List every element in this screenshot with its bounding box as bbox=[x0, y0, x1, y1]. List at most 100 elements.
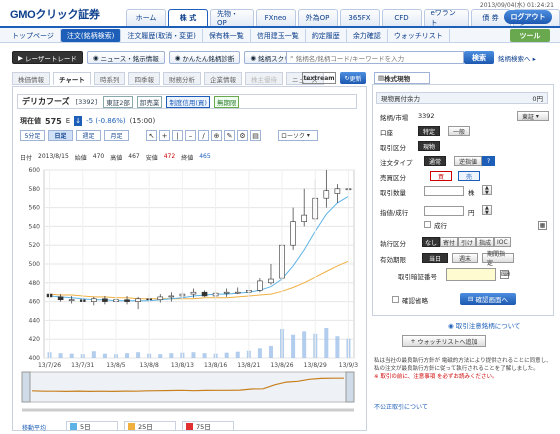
market-badge: 東証2部 bbox=[103, 95, 133, 108]
subnav-capacity[interactable]: 余力確認 bbox=[347, 29, 388, 42]
subnav-margin-positions[interactable]: 信用建玉一覧 bbox=[251, 29, 306, 42]
trade-cash[interactable]: 現物 bbox=[418, 141, 441, 151]
tab-chart[interactable]: チャート bbox=[53, 72, 91, 85]
subnav-executions[interactable]: 約定履歴 bbox=[306, 29, 347, 42]
subnav-order-search[interactable]: 注文(銘柄検索) bbox=[60, 29, 122, 42]
trend-line-icon[interactable]: / bbox=[198, 130, 209, 141]
laser-trade-button[interactable]: ▶ レーザートレード bbox=[12, 51, 83, 64]
caution-link[interactable]: ◉ 取引注意銘柄について bbox=[448, 320, 521, 330]
y-tick-label: 600 bbox=[29, 167, 41, 174]
volume-bar bbox=[102, 353, 107, 358]
stock-cash-tab[interactable]: ▤ 株式現物 bbox=[374, 72, 430, 84]
exec-none[interactable]: なし bbox=[422, 237, 441, 247]
price-stepper[interactable]: ▲ ▼ bbox=[482, 205, 492, 216]
chart-type-select[interactable]: ローソク ▾ bbox=[278, 130, 318, 141]
settings-icon[interactable]: ⚙ bbox=[237, 130, 248, 141]
exec-open[interactable]: 寄付 bbox=[440, 237, 459, 247]
tab-ewarrant[interactable]: eワラント bbox=[423, 9, 469, 27]
qty-input[interactable] bbox=[424, 186, 464, 196]
x-tick-label: 13/8/21 bbox=[237, 362, 260, 369]
low-label: 安値 bbox=[145, 155, 158, 162]
ma25-legend[interactable]: 25日 bbox=[124, 421, 176, 431]
subnav-watchlist[interactable]: ウォッチリスト bbox=[388, 29, 450, 42]
price-chart[interactable]: 400 420 440 460 480 500 520 540 560 580 600 13/7/26… bbox=[16, 162, 364, 432]
ma5-legend[interactable]: 5日 bbox=[66, 421, 118, 431]
volume-bar bbox=[136, 352, 141, 358]
subnav-holdings[interactable]: 保有株一覧 bbox=[203, 29, 251, 42]
tab-cfd[interactable]: CFD bbox=[381, 9, 422, 26]
watchlist-label: ウォッチリストへ追加 bbox=[417, 338, 478, 346]
candle-body bbox=[157, 296, 164, 301]
tab-fxop[interactable]: 外為OP bbox=[297, 9, 338, 26]
tab-futures[interactable]: 先物・OP bbox=[210, 9, 254, 27]
stock-cash-label: 株式現物 bbox=[384, 75, 411, 83]
keyboard-icon[interactable]: ⌨ bbox=[500, 270, 510, 279]
horizontal-line-icon[interactable]: – bbox=[185, 130, 196, 141]
unfair-trading-link[interactable]: 不公正取引について bbox=[374, 402, 428, 411]
subnav-top[interactable]: トップページ bbox=[6, 29, 61, 42]
tab-price-info[interactable]: 株価情報 bbox=[12, 72, 50, 85]
price-input[interactable] bbox=[424, 206, 464, 216]
account-specific[interactable]: 特定 bbox=[418, 126, 441, 136]
period-monthly[interactable]: 月足 bbox=[104, 130, 129, 141]
tab-fxneo[interactable]: FXneo bbox=[255, 9, 296, 26]
help-icon[interactable]: ? bbox=[482, 156, 496, 166]
tab-stocks[interactable]: 株 式 bbox=[168, 9, 208, 26]
order-type-normal[interactable]: 通常 bbox=[424, 156, 447, 166]
refresh-button[interactable]: ↻ 更新 bbox=[340, 72, 366, 84]
market-order-checkbox[interactable] bbox=[424, 221, 431, 228]
candle-body bbox=[301, 214, 307, 222]
tab-company[interactable]: 企業情報 bbox=[203, 72, 242, 85]
period-today[interactable]: 当日 bbox=[422, 253, 448, 263]
logout-button[interactable]: ログアウト bbox=[504, 10, 552, 24]
tab-financials[interactable]: 財務分析 bbox=[162, 72, 201, 85]
tab-365fx[interactable]: 365FX bbox=[339, 9, 380, 26]
candle-body bbox=[168, 295, 175, 298]
add-watchlist-button[interactable]: + ウォッチリストへ追加 bbox=[402, 335, 486, 347]
pointer-icon[interactable]: ↖ bbox=[146, 130, 157, 141]
zoom-icon[interactable]: ⊕ bbox=[211, 130, 222, 141]
period-custom[interactable]: 期間指定 bbox=[482, 251, 514, 267]
exec-ioc[interactable]: IOC bbox=[494, 237, 511, 247]
account-general[interactable]: 一般 bbox=[448, 126, 471, 136]
vertical-line-icon[interactable]: | bbox=[172, 130, 183, 141]
crosshair-icon[interactable]: + bbox=[159, 130, 170, 141]
date-label: 日付 bbox=[20, 155, 33, 162]
exec-limit-market[interactable]: 指成 bbox=[476, 237, 495, 247]
print-icon[interactable]: ▤ bbox=[250, 130, 261, 141]
diagnosis-label: かんたん銘柄診断 bbox=[182, 54, 235, 63]
textream-button[interactable]: textream bbox=[302, 72, 336, 84]
market-select[interactable]: 東証 ▾ bbox=[517, 111, 549, 121]
ma75-legend[interactable]: 75日 bbox=[182, 421, 234, 431]
tool-button[interactable]: ツール bbox=[510, 29, 550, 42]
period-weekly[interactable]: 週足 bbox=[76, 130, 101, 141]
pin-input[interactable] bbox=[446, 268, 496, 281]
news-button[interactable]: ◉ ニュース・銘示情報 bbox=[86, 51, 165, 64]
stock-header: デリカフーズ [3392] 東証2部 卸売業 制度信用(買) 無期限 bbox=[17, 94, 357, 109]
side-buy[interactable]: 買 bbox=[430, 171, 452, 181]
news-label: ニュース・銘示情報 bbox=[100, 54, 159, 63]
search-button[interactable]: 検索 bbox=[464, 51, 494, 64]
x-tick-label: 13/8/26 bbox=[270, 362, 293, 369]
diagnosis-button[interactable]: ◉ かんたん銘柄診断 bbox=[168, 51, 241, 64]
search-menu-link[interactable]: 銘柄検索へ ▸ bbox=[498, 51, 554, 64]
subnav-order-history[interactable]: 注文履歴(取消・変更) bbox=[121, 29, 203, 42]
search-input[interactable]: ⌕ 銘柄名/銘柄コード/キーワードを入力 bbox=[286, 51, 464, 64]
order-type-stop[interactable]: 逆指値 bbox=[454, 156, 483, 166]
confirm-button[interactable]: ⊟ 確認画面へ bbox=[460, 293, 516, 305]
skip-confirm-checkbox[interactable] bbox=[392, 296, 399, 303]
ma75-swatch bbox=[186, 422, 193, 430]
qty-stepper[interactable]: ▲ ▼ bbox=[482, 185, 492, 196]
period-weekend[interactable]: 週末 bbox=[452, 253, 478, 263]
calendar-icon[interactable]: ▦ bbox=[538, 221, 547, 230]
draw-icon[interactable]: ✎ bbox=[224, 130, 235, 141]
tab-home[interactable]: ホーム bbox=[126, 9, 166, 26]
period-daily[interactable]: 日足 bbox=[48, 130, 73, 141]
tab-shikiho[interactable]: 四季報 bbox=[128, 72, 160, 85]
price-row: 現在値 575 E ↓ -5 (-0.86%) (15:00) bbox=[20, 116, 155, 126]
tab-time-series[interactable]: 時系列 bbox=[93, 72, 126, 85]
exec-close[interactable]: 引け bbox=[458, 237, 477, 247]
side-sell[interactable]: 売 bbox=[458, 171, 480, 181]
x-tick-label: 13/8/8 bbox=[140, 362, 159, 369]
period-5min[interactable]: 5分足 bbox=[20, 130, 45, 141]
